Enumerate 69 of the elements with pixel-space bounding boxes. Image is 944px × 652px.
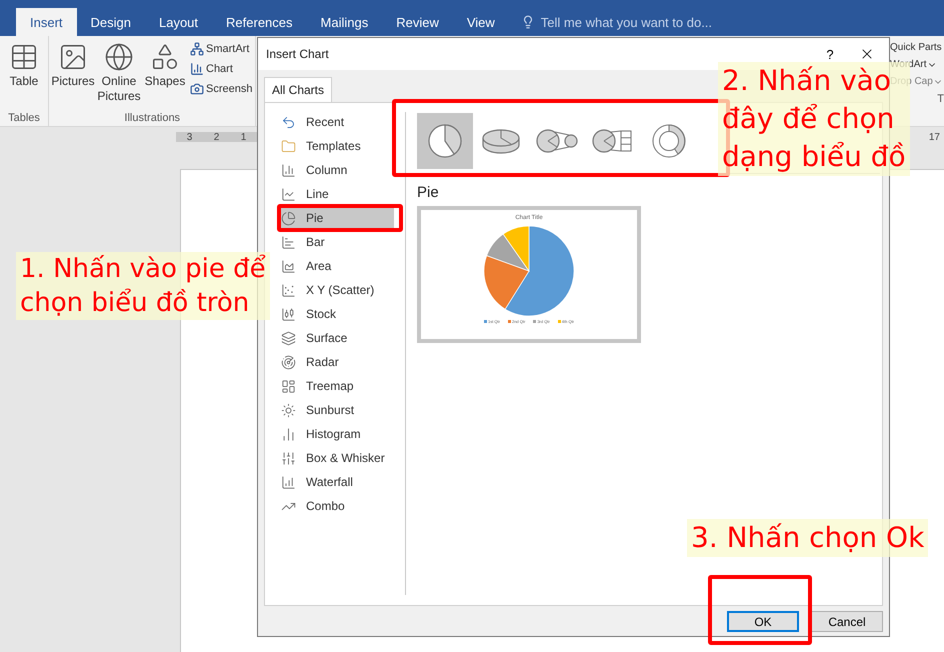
ruler-number: 1 — [240, 132, 246, 142]
search-placeholder: Tell me what you want to do... — [540, 14, 712, 30]
dialog-tab[interactable]: All Charts — [264, 77, 332, 102]
ribbon-tab[interactable]: Design — [76, 8, 145, 36]
waterfall-chart-icon — [281, 474, 296, 490]
ruler-number: 3 — [186, 132, 192, 142]
pie-chart-icon — [281, 210, 296, 226]
camera-icon — [190, 82, 204, 96]
chart-type-item[interactable]: Treemap — [277, 376, 394, 396]
instruction-tooltip: 1. Nhấn vào pie để chọn biểu đồ tròn — [16, 252, 270, 320]
chart-type-item[interactable]: Area — [277, 256, 394, 276]
ribbon-tab[interactable]: Insert — [16, 8, 77, 36]
chart-type-item[interactable]: Recent — [277, 112, 394, 132]
folder-icon — [281, 138, 296, 154]
group-label: Illustrations — [123, 112, 182, 126]
undo-arrow-icon — [281, 114, 296, 130]
group-label: T — [936, 93, 944, 107]
ribbon-button[interactable]: SmartArt — [190, 42, 252, 56]
ruler-number: 2 — [214, 132, 220, 142]
group-label: Tables — [7, 112, 41, 126]
ribbon-button[interactable]: Quick Parts — [890, 42, 944, 53]
ribbon-tab[interactable]: References — [212, 8, 307, 36]
scatter-chart-icon — [281, 282, 296, 298]
table-icon — [9, 42, 39, 72]
ribbon-tab[interactable]: View — [452, 8, 509, 36]
ribbon-button[interactable]: WordArt — [890, 59, 944, 70]
chart-type-item[interactable]: Radar — [277, 352, 394, 372]
chart-type-item[interactable]: Combo — [277, 496, 394, 516]
chart-type-item[interactable]: Column — [277, 160, 394, 180]
line-chart-icon — [281, 186, 296, 202]
radar-chart-icon — [281, 354, 296, 370]
help-button[interactable]: ? — [815, 46, 845, 62]
chart-subtype-button[interactable] — [417, 113, 473, 169]
ribbon-tab[interactable]: Mailings — [306, 8, 382, 36]
ribbon-button[interactable]: Table — [3, 40, 45, 112]
chart-type-item[interactable]: Line — [277, 184, 394, 204]
chart-icon — [190, 62, 204, 76]
ribbon-button[interactable]: Pictures — [52, 40, 94, 112]
area-chart-icon — [281, 258, 296, 274]
chart-type-item[interactable]: Bar — [277, 232, 394, 252]
ribbon-tab[interactable]: Review — [382, 8, 453, 36]
chart-type-item[interactable]: Box & Whisker — [277, 448, 394, 468]
ribbon-tab[interactable]: Layout — [144, 8, 212, 36]
chart-type-item[interactable]: Surface — [277, 328, 394, 348]
chart-type-item[interactable]: X Y (Scatter) — [277, 280, 394, 300]
doughnut-icon — [651, 123, 687, 159]
ruler-number: 17 — [928, 132, 940, 142]
picture-icon — [58, 42, 88, 72]
dialog-title: Insert Chart — [266, 47, 330, 61]
dialog-button[interactable]: Cancel — [811, 611, 883, 632]
histogram-icon — [281, 426, 296, 442]
chart-type-item[interactable]: Histogram — [277, 424, 394, 444]
chart-type-item[interactable]: Sunburst — [277, 400, 394, 420]
column-chart-icon — [281, 162, 296, 178]
tell-me-search[interactable]: Tell me what you want to do... — [508, 8, 712, 36]
bar-chart-icon — [281, 234, 296, 250]
ribbon-button[interactable]: Shapes — [144, 40, 186, 112]
chart-type-item[interactable]: Templates — [277, 136, 394, 156]
chart-type-item[interactable]: Stock — [277, 304, 394, 324]
pie-icon — [427, 123, 463, 159]
ribbon-button[interactable]: Screensh — [190, 82, 252, 96]
subtype-label: Pie — [417, 184, 440, 201]
ribbon-button[interactable]: Online Pictures — [98, 40, 140, 112]
shapes-icon — [150, 42, 180, 72]
dialog-button[interactable]: OK — [727, 611, 799, 632]
stock-chart-icon — [281, 306, 296, 322]
chart-type-item[interactable]: Waterfall — [277, 472, 394, 492]
instruction-tooltip: 3. Nhấn chọn Ok — [687, 519, 928, 557]
ribbon-button[interactable]: Chart — [190, 62, 252, 76]
